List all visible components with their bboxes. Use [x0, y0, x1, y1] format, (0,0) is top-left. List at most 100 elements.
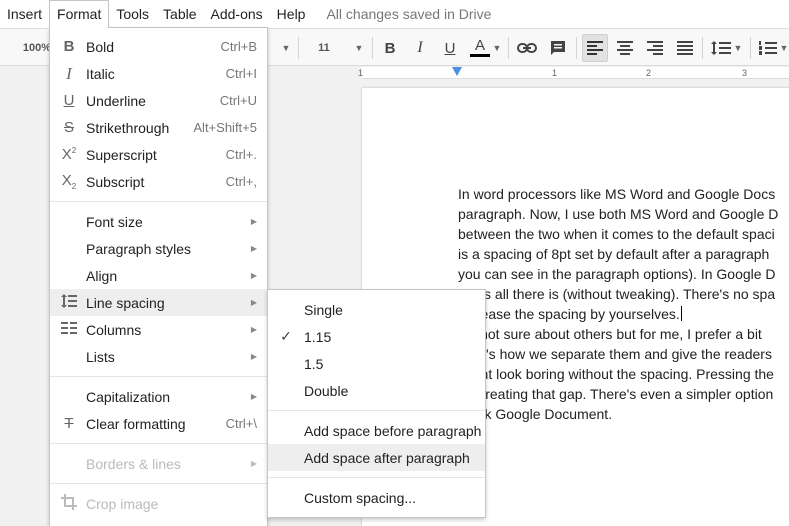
document-line: that's all there is (without tweaking). …	[458, 286, 776, 302]
line-spacing-single[interactable]: Single	[268, 296, 485, 323]
menu-insert[interactable]: Insert	[0, 0, 49, 28]
submenu-arrow-icon: ▶	[250, 392, 257, 401]
chevron-down-icon[interactable]: ▼	[280, 29, 292, 67]
menu-format[interactable]: Format	[49, 0, 110, 28]
toolbar-divider	[750, 37, 751, 59]
line-spacing-icon	[60, 293, 78, 312]
justify-button[interactable]	[675, 29, 695, 67]
menu-separator	[268, 477, 485, 478]
menu-item-bold[interactable]: B Bold Ctrl+B	[50, 33, 267, 60]
menu-item-shortcut: Ctrl+\	[225, 416, 257, 431]
menu-bar: Insert Format Tools Table Add-ons Help A…	[0, 0, 789, 28]
custom-spacing[interactable]: Custom spacing...	[268, 484, 485, 511]
menu-item-clear-formatting[interactable]: T Clear formatting Ctrl+\	[50, 410, 267, 437]
menu-item-shortcut: Ctrl+.	[225, 147, 257, 162]
format-menu: B Bold Ctrl+B I Italic Ctrl+I U Underlin…	[49, 27, 268, 526]
submenu-arrow-icon: ▶	[250, 298, 257, 307]
italic-button[interactable]: I	[411, 29, 429, 67]
insert-comment-button[interactable]	[547, 29, 569, 67]
align-center-icon	[617, 41, 633, 55]
text-cursor	[680, 306, 682, 321]
text-color-button[interactable]: A	[469, 29, 491, 67]
toolbar-divider	[508, 37, 509, 59]
submenu-arrow-icon: ▶	[250, 325, 257, 334]
chevron-down-icon[interactable]: ▼	[733, 29, 743, 67]
submenu-arrow-icon: ▶	[250, 244, 257, 253]
document-body[interactable]: In word processors like MS Word and Goog…	[458, 184, 789, 424]
menu-item-paragraph-styles[interactable]: Paragraph styles ▶	[50, 235, 267, 262]
menu-separator	[268, 410, 485, 411]
menu-item-label: Superscript	[86, 146, 157, 163]
menu-item-strikethrough[interactable]: S Strikethrough Alt+Shift+5	[50, 114, 267, 141]
text-color-bar	[470, 54, 490, 57]
menu-item-label: 1.15	[304, 328, 332, 345]
menu-item-underline[interactable]: U Underline Ctrl+U	[50, 87, 267, 114]
ruler-track	[362, 67, 789, 79]
menu-item-italic[interactable]: I Italic Ctrl+I	[50, 60, 267, 87]
crop-icon	[60, 493, 78, 514]
bold-button[interactable]: B	[381, 29, 399, 67]
menu-tools[interactable]: Tools	[109, 0, 156, 28]
toolbar-divider	[372, 37, 373, 59]
line-spacing-1-5[interactable]: 1.5	[268, 350, 485, 377]
add-space-before-paragraph[interactable]: Add space before paragraph	[268, 417, 485, 444]
line-spacing-1-15[interactable]: ✓ 1.15	[268, 323, 485, 350]
align-left-button[interactable]	[582, 34, 608, 62]
menu-item-font-size[interactable]: Font size ▶	[50, 208, 267, 235]
insert-link-button[interactable]	[516, 29, 538, 67]
chevron-down-icon[interactable]: ▼	[353, 29, 365, 67]
superscript-icon: X2	[61, 146, 77, 163]
menu-help[interactable]: Help	[270, 0, 313, 28]
ruler-number: 3	[742, 68, 748, 78]
document-line: I'm not sure about others but for me, I …	[458, 326, 762, 342]
zoom-select[interactable]: 100%	[22, 29, 52, 67]
ruler-number: 1	[358, 68, 364, 78]
menu-item-label: Lists	[86, 348, 115, 365]
numbered-list-button[interactable]	[758, 29, 778, 67]
document-line: increase the spacing by yourselves.	[458, 304, 789, 324]
menu-item-superscript[interactable]: X2 Superscript Ctrl+.	[50, 141, 267, 168]
menu-separator	[50, 376, 267, 377]
align-center-button[interactable]	[615, 29, 635, 67]
menu-item-label: Subscript	[86, 173, 145, 190]
menu-item-label: Align	[86, 267, 118, 284]
strikethrough-icon: S	[63, 119, 74, 136]
menu-addons[interactable]: Add-ons	[204, 0, 270, 28]
font-size-select[interactable]: 11	[314, 29, 334, 67]
chevron-down-icon[interactable]: ▼	[492, 29, 502, 67]
document-line: between the two when it comes to the def…	[458, 226, 775, 242]
align-left-icon	[587, 41, 603, 55]
checkmark-icon: ✓	[280, 328, 292, 344]
subscript-icon: X2	[61, 172, 77, 191]
menu-item-align[interactable]: Align ▶	[50, 262, 267, 289]
document-line: is a spacing of 8pt set by default after…	[458, 246, 770, 262]
underline-button[interactable]: U	[441, 29, 459, 67]
add-space-after-paragraph[interactable]: Add space after paragraph	[268, 444, 485, 471]
align-right-button[interactable]	[645, 29, 665, 67]
menu-item-lists[interactable]: Lists ▶	[50, 343, 267, 370]
toolbar-divider	[576, 37, 577, 59]
menu-item-label: Underline	[86, 92, 146, 109]
menu-item-subscript[interactable]: X2 Subscript Ctrl+,	[50, 168, 267, 195]
line-spacing-double[interactable]: Double	[268, 377, 485, 404]
bold-icon: B	[63, 38, 75, 55]
menu-item-label: Strikethrough	[86, 119, 170, 136]
menu-item-label: Bold	[86, 38, 115, 55]
menu-item-label: Capitalization	[86, 388, 171, 405]
menu-item-label: Font size	[86, 213, 143, 230]
menu-item-line-spacing[interactable]: Line spacing ▶	[50, 289, 267, 316]
clear-formatting-icon: T	[64, 415, 74, 432]
line-spacing-button[interactable]	[710, 29, 732, 67]
menu-item-label: Crop image	[86, 495, 159, 512]
document-line: In word processors like MS Word and Goog…	[458, 186, 776, 202]
menu-separator	[50, 201, 267, 202]
menu-separator	[50, 443, 267, 444]
menu-item-columns[interactable]: Columns ▶	[50, 316, 267, 343]
menu-item-label: Paragraph styles	[86, 240, 192, 257]
ruler-number: 1	[552, 68, 558, 78]
chevron-down-icon[interactable]: ▼	[779, 29, 789, 67]
menu-table[interactable]: Table	[156, 0, 203, 28]
menu-item-capitalization[interactable]: Capitalization ▶	[50, 383, 267, 410]
line-spacing-icon	[711, 41, 731, 55]
menu-item-shortcut: Ctrl+U	[219, 93, 257, 108]
